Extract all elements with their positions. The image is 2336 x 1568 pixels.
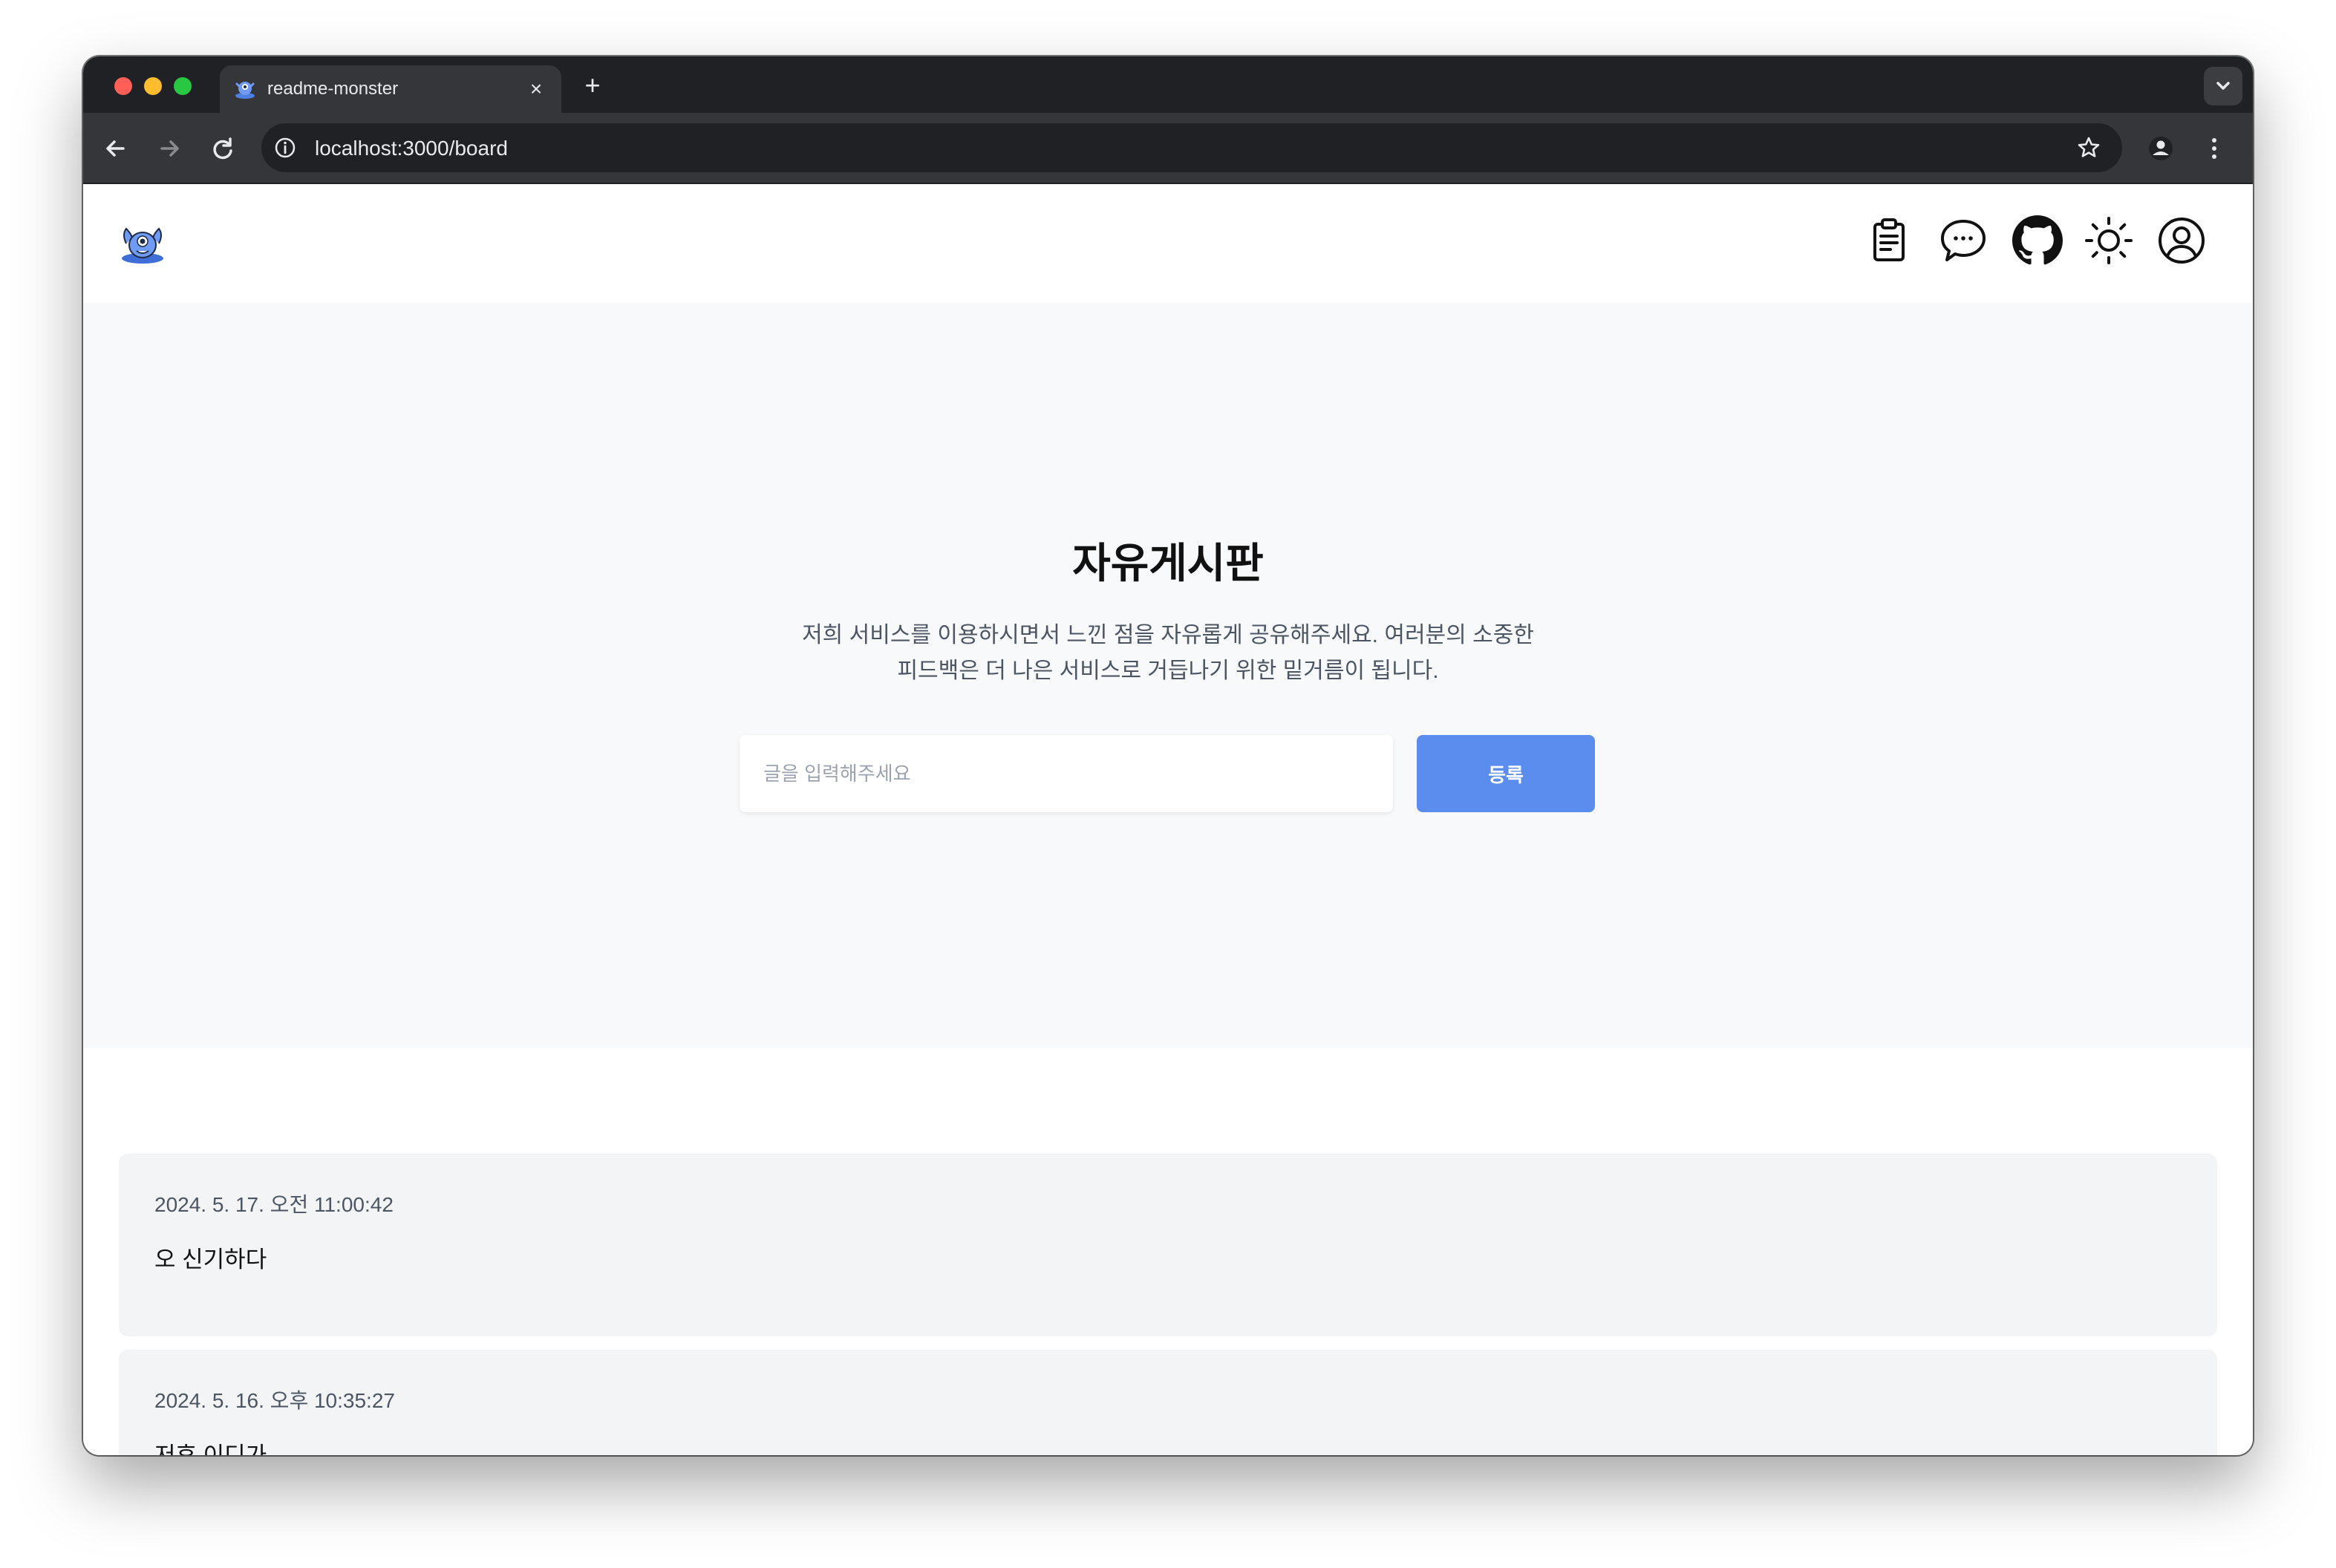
user-icon[interactable]	[2156, 215, 2207, 266]
page-content: 자유게시판 저희 서비스를 이용하시면서 느낀 점을 자유롭게 공유해주세요. …	[83, 184, 2253, 1455]
post-card: 2024. 5. 16. 오후 10:35:27 저후 이디가	[119, 1350, 2217, 1455]
browser-window: readme-monster × + localhost:3000/board …	[83, 56, 2253, 1455]
page-description: 저희 서비스를 이용하시면서 느낀 점을 자유롭게 공유해주세요. 여러분의 소…	[83, 618, 2253, 689]
page-description-line-2: 피드백은 더 나은 서비스로 거듭나기 위한 밑거름이 됩니다.	[897, 659, 1439, 683]
browser-toolbar: localhost:3000/board	[83, 113, 2253, 184]
post-date: 2024. 5. 16. 오후 10:35:27	[154, 1389, 395, 1412]
monster-favicon-icon	[235, 82, 255, 99]
close-window-button[interactable]	[114, 77, 132, 95]
chevron-down-icon	[2216, 82, 2230, 90]
post-input[interactable]	[740, 735, 1393, 812]
tab-close-icon[interactable]: ×	[523, 76, 549, 102]
tab-strip: readme-monster × +	[83, 56, 2253, 113]
post-text: 저후 이디가	[154, 1442, 267, 1455]
tab-search-button[interactable]	[2204, 67, 2242, 105]
browser-tab-active[interactable]: readme-monster ×	[220, 65, 561, 113]
reload-icon[interactable]	[205, 131, 241, 166]
site-header	[83, 184, 2253, 303]
more-icon[interactable]	[2196, 131, 2232, 166]
profile-icon[interactable]	[2143, 131, 2179, 166]
page-description-line-1: 저희 서비스를 이용하시면서 느낀 점을 자유롭게 공유해주세요. 여러분의 소…	[802, 623, 1534, 647]
github-icon[interactable]	[2012, 215, 2063, 266]
sun-icon[interactable]	[2084, 215, 2134, 266]
post-text: 오 신기하다	[154, 1247, 267, 1273]
address-bar[interactable]: localhost:3000/board	[261, 123, 2122, 172]
post-card: 2024. 5. 17. 오전 11:00:42 오 신기하다	[119, 1154, 2217, 1336]
back-icon[interactable]	[98, 131, 134, 166]
star-icon[interactable]	[2076, 135, 2101, 160]
board-hero: 자유게시판 저희 서비스를 이용하시면서 느낀 점을 자유롭게 공유해주세요. …	[83, 303, 2253, 1048]
post-date: 2024. 5. 17. 오전 11:00:42	[154, 1193, 394, 1216]
tab-title: readme-monster	[267, 79, 399, 99]
submit-post-button[interactable]: 등록	[1417, 735, 1595, 812]
info-icon[interactable]	[273, 136, 297, 160]
url-text: localhost:3000/board	[315, 137, 508, 160]
readme-monster-logo[interactable]	[119, 221, 166, 266]
page-title: 자유게시판	[1072, 540, 1264, 587]
clipboard-icon[interactable]	[1864, 215, 1914, 266]
minimize-window-button[interactable]	[144, 77, 162, 95]
chat-icon[interactable]	[1938, 215, 1988, 266]
forward-icon[interactable]	[151, 131, 187, 166]
new-tab-button[interactable]: +	[578, 71, 607, 101]
maximize-window-button[interactable]	[174, 77, 192, 95]
